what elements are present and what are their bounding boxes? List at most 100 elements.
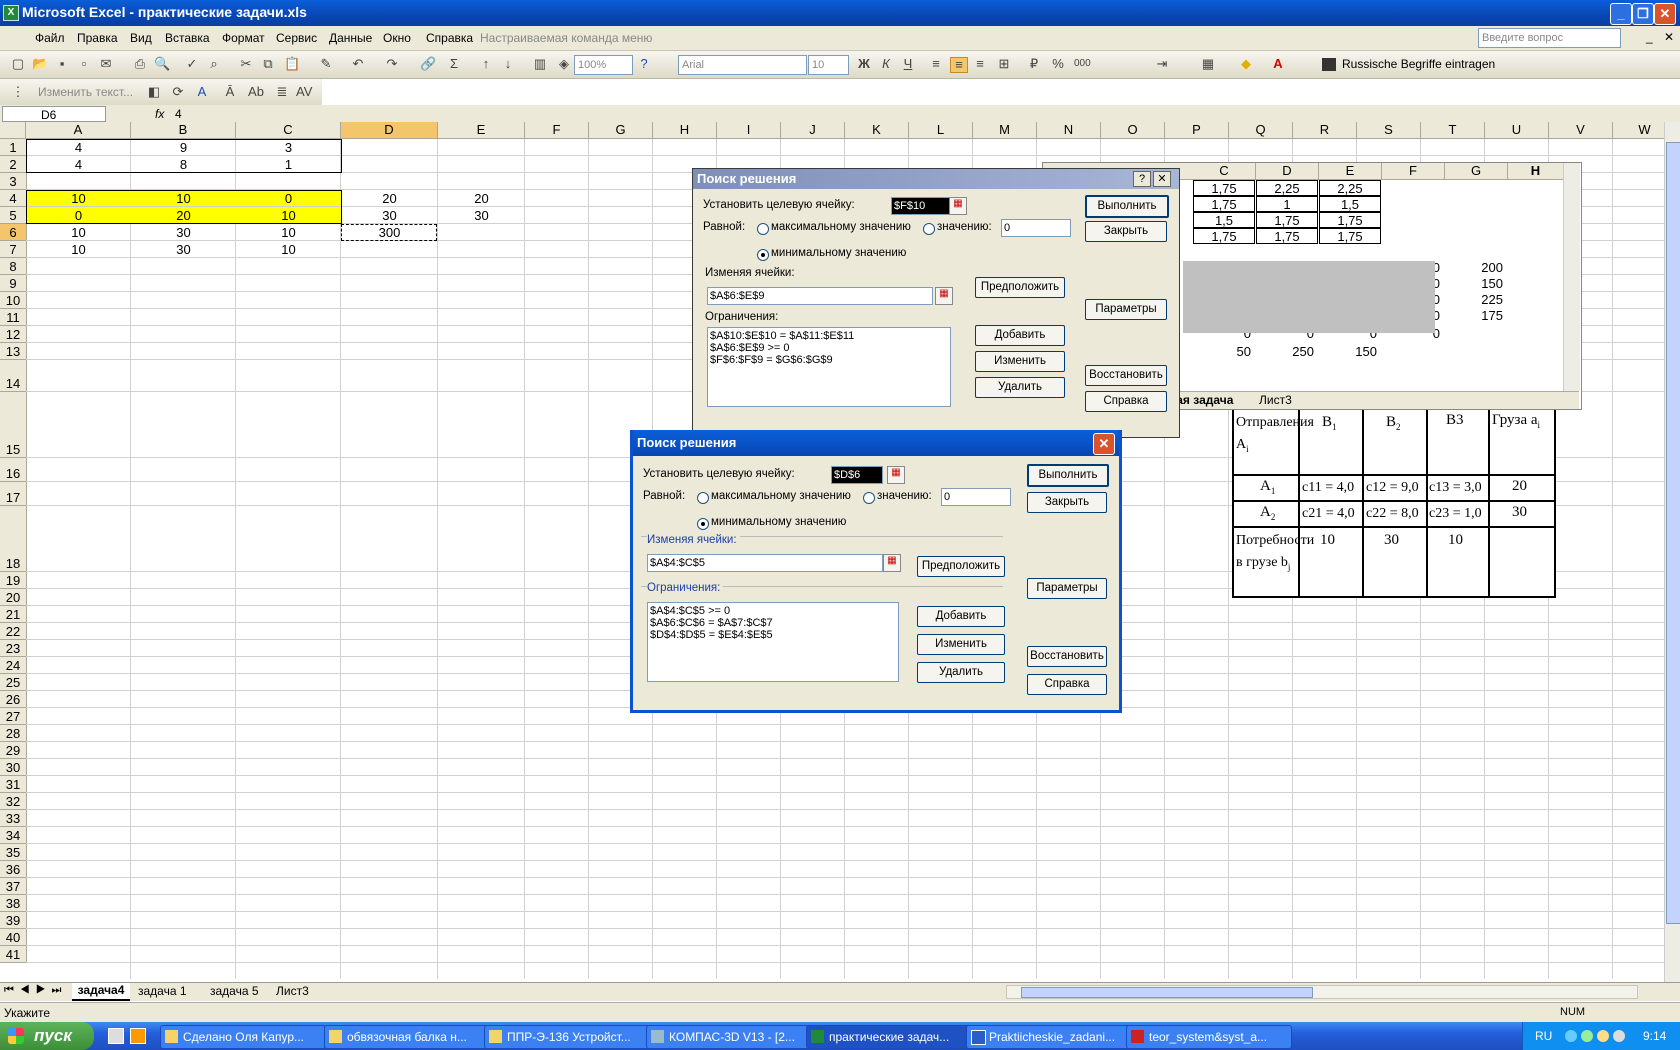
- row-header-36[interactable]: 36: [0, 861, 27, 878]
- back-add-button[interactable]: Добавить: [975, 325, 1065, 346]
- new-icon[interactable]: ▢: [10, 57, 26, 71]
- row-header-11[interactable]: 11: [0, 309, 27, 326]
- row-header-19[interactable]: 19: [0, 572, 27, 589]
- menu-window[interactable]: Окно: [383, 31, 411, 45]
- cell-b1[interactable]: 9: [131, 139, 236, 156]
- percent-icon[interactable]: %: [1050, 57, 1066, 71]
- shape-icon[interactable]: ◧: [146, 85, 162, 99]
- cell-a6[interactable]: 10: [26, 224, 131, 241]
- row-header-13[interactable]: 13: [0, 343, 27, 360]
- merge-center-icon[interactable]: ⊞: [996, 57, 1012, 71]
- row-header-10[interactable]: 10: [0, 292, 27, 309]
- cell-a2[interactable]: 4: [26, 156, 131, 173]
- font-size-combo[interactable]: 10: [808, 55, 849, 75]
- front-guess-button[interactable]: Предположить: [917, 556, 1005, 577]
- front-constraint-2[interactable]: $A$6:$C$6 = $A$7:$C$7: [650, 617, 896, 629]
- quicklaunch-icon[interactable]: [130, 1028, 146, 1044]
- help-icon[interactable]: ?: [636, 57, 652, 71]
- vscroll-thumb[interactable]: [1666, 142, 1680, 924]
- task-2[interactable]: обвязочная балка н...: [324, 1025, 490, 1049]
- format-painter-icon[interactable]: ✎: [318, 57, 334, 71]
- front-target-field[interactable]: $D$6: [831, 466, 883, 484]
- open-icon[interactable]: 📂: [32, 57, 48, 71]
- spacing-icon[interactable]: Ā: [222, 85, 238, 99]
- back-constraints-list[interactable]: $A$10:$E$10 = $A$11:$E$11 $A$6:$E$9 >= 0…: [707, 327, 951, 407]
- bold-icon[interactable]: Ж: [856, 57, 872, 71]
- row-header-18[interactable]: 18: [0, 506, 27, 572]
- row-header-12[interactable]: 12: [0, 326, 27, 343]
- cell-c2[interactable]: 1: [236, 156, 341, 173]
- back-changing-collapse-icon[interactable]: ▦: [935, 287, 953, 305]
- row-header-24[interactable]: 24: [0, 657, 27, 674]
- front-run-button[interactable]: Выполнить: [1027, 464, 1109, 487]
- col-header-l[interactable]: L: [909, 122, 973, 139]
- menu-edit[interactable]: Правка: [77, 31, 118, 45]
- front-target-collapse-icon[interactable]: ▦: [887, 466, 905, 484]
- macro-button[interactable]: Russische Begriffe eintragen: [1342, 57, 1495, 71]
- cell-b6[interactable]: 30: [131, 224, 236, 241]
- back-max-radio[interactable]: [757, 223, 769, 235]
- solver-dialog-front[interactable]: Поиск решения ✕ Установить целевую ячейк…: [630, 430, 1122, 713]
- cell-b4[interactable]: 10: [131, 190, 236, 207]
- italic-icon[interactable]: К: [878, 57, 894, 71]
- restore-button[interactable]: ❐: [1632, 3, 1654, 25]
- row-header-14[interactable]: 14: [0, 360, 27, 392]
- menu-custom-command[interactable]: Настраиваемая команда меню: [480, 31, 652, 45]
- cell-b7[interactable]: 30: [131, 241, 236, 258]
- cell-e5[interactable]: 30: [438, 207, 525, 224]
- row-header-16[interactable]: 16: [0, 458, 27, 482]
- tray-icon-2[interactable]: [1581, 1030, 1593, 1042]
- row-header-29[interactable]: 29: [0, 742, 27, 759]
- underline-icon[interactable]: Ч: [900, 57, 916, 71]
- col-header-d[interactable]: D: [341, 122, 438, 139]
- sort-desc-icon[interactable]: ↓: [500, 57, 516, 71]
- cell-e4[interactable]: 20: [438, 190, 525, 207]
- col-header-g[interactable]: G: [589, 122, 653, 139]
- cell-c1[interactable]: 3: [236, 139, 341, 156]
- copy-icon[interactable]: ⧉: [260, 57, 276, 71]
- row-header-34[interactable]: 34: [0, 827, 27, 844]
- emb-tab-sheet3[interactable]: Лист3: [1259, 393, 1292, 407]
- formula-input[interactable]: 4: [175, 107, 182, 121]
- back-help-icon[interactable]: ?: [1133, 171, 1151, 187]
- tab-zadacha4[interactable]: задача4: [72, 983, 130, 1001]
- cell-d4[interactable]: 20: [341, 190, 438, 207]
- front-changing-field[interactable]: $A$4:$C$5: [647, 554, 883, 572]
- research-icon[interactable]: ⌕: [206, 57, 222, 71]
- row-header-1[interactable]: 1: [0, 139, 27, 156]
- row-header-23[interactable]: 23: [0, 640, 27, 657]
- back-guess-button[interactable]: Предположить: [975, 277, 1065, 298]
- drawing-icon[interactable]: ◈: [556, 57, 572, 71]
- cell-b2[interactable]: 8: [131, 156, 236, 173]
- row-header-5[interactable]: 5: [0, 207, 27, 224]
- redo-icon[interactable]: ↷: [384, 57, 400, 71]
- front-changing-collapse-icon[interactable]: ▦: [883, 554, 901, 572]
- col-header-u[interactable]: U: [1485, 122, 1549, 139]
- help-question-box[interactable]: Введите вопрос: [1478, 28, 1621, 48]
- back-close-button[interactable]: Закрыть: [1085, 221, 1167, 242]
- back-value-radio[interactable]: [923, 223, 935, 235]
- menu-help[interactable]: Справка: [426, 31, 473, 45]
- col-header-n[interactable]: N: [1037, 122, 1101, 139]
- row-header-39[interactable]: 39: [0, 912, 27, 929]
- front-delete-button[interactable]: Удалить: [917, 662, 1005, 683]
- col-header-c[interactable]: C: [236, 122, 341, 139]
- col-header-k[interactable]: K: [845, 122, 909, 139]
- cell-a5[interactable]: 0: [26, 207, 131, 224]
- row-header-8[interactable]: 8: [0, 258, 27, 275]
- show-desktop-icon[interactable]: [108, 1028, 124, 1044]
- tab-scroll-icons[interactable]: ⏮◀▶⏭: [4, 984, 67, 997]
- row-header-32[interactable]: 32: [0, 793, 27, 810]
- align-center-icon[interactable]: ≡: [950, 57, 968, 73]
- hscroll-thumb[interactable]: [1021, 987, 1313, 998]
- front-value-radio[interactable]: [863, 492, 875, 504]
- front-add-button[interactable]: Добавить: [917, 606, 1005, 627]
- menu-format[interactable]: Формат: [222, 31, 265, 45]
- col-header-r[interactable]: R: [1293, 122, 1357, 139]
- front-change-button[interactable]: Изменить: [917, 634, 1005, 655]
- front-params-button[interactable]: Параметры: [1027, 578, 1107, 599]
- front-value-field[interactable]: 0: [941, 488, 1011, 506]
- char-spacing-icon[interactable]: AV: [296, 85, 312, 99]
- back-constraint-3[interactable]: $F$6:$F$9 = $G$6:$G$9: [710, 354, 948, 366]
- front-constraint-3[interactable]: $D$4:$D$5 = $E$4:$E$5: [650, 629, 896, 641]
